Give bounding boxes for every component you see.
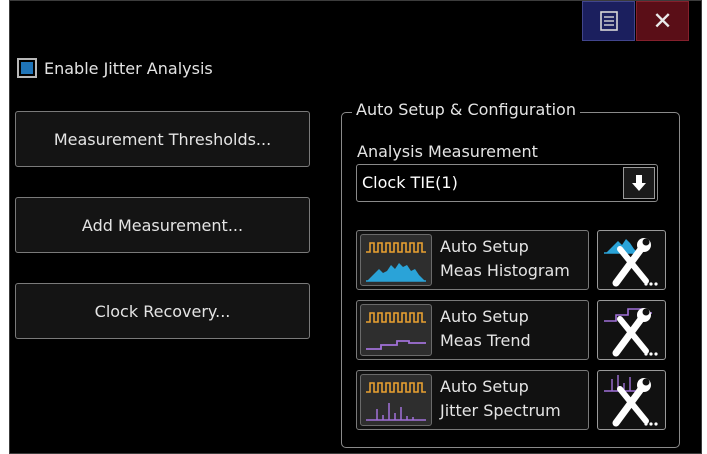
trend-configure-button[interactable] — [597, 300, 666, 360]
analysis-measurement-value: Clock TIE(1) — [362, 173, 458, 192]
histogram-button-line1: Auto Setup — [440, 237, 529, 256]
spectrum-icon-box — [360, 374, 432, 426]
down-arrow-icon — [632, 175, 646, 191]
trend-button-line1: Auto Setup — [440, 307, 529, 326]
analysis-measurement-select[interactable]: Clock TIE(1) — [356, 164, 658, 202]
histogram-wrench-icon — [604, 238, 658, 287]
add-measurement-button[interactable]: Add Measurement... — [15, 197, 310, 253]
menu-button[interactable] — [582, 1, 635, 41]
auto-setup-histogram-button[interactable]: Auto Setup Meas Histogram — [356, 230, 589, 290]
spectrum-button-line1: Auto Setup — [440, 377, 529, 396]
trend-wrench-icon — [604, 308, 658, 357]
histogram-icon — [366, 263, 426, 282]
close-button[interactable]: ✕ — [636, 1, 689, 41]
clock-waveform-icon — [366, 242, 426, 253]
checkbox-checked-indicator — [21, 62, 33, 74]
trend-button-line2: Meas Trend — [440, 331, 531, 350]
menu-icon — [599, 11, 618, 31]
spectrum-configure-button[interactable] — [597, 370, 666, 430]
histogram-button-line2: Meas Histogram — [440, 261, 570, 280]
dropdown-arrow-button[interactable] — [623, 167, 655, 199]
trend-icon-box — [360, 304, 432, 356]
analysis-measurement-label: Analysis Measurement — [357, 142, 538, 161]
spectrum-icon — [366, 403, 426, 421]
clock-recovery-button[interactable]: Clock Recovery... — [15, 283, 310, 339]
enable-jitter-label[interactable]: Enable Jitter Analysis — [44, 59, 213, 78]
measurement-thresholds-button[interactable]: Measurement Thresholds... — [15, 111, 310, 167]
histogram-icon-box — [360, 234, 432, 286]
spectrum-button-line2: Jitter Spectrum — [440, 401, 561, 420]
auto-setup-group-title: Auto Setup & Configuration — [352, 100, 580, 119]
trend-icon — [366, 340, 426, 350]
close-icon: ✕ — [652, 7, 673, 35]
auto-setup-trend-button[interactable]: Auto Setup Meas Trend — [356, 300, 589, 360]
clock-waveform-icon — [366, 312, 426, 323]
auto-setup-spectrum-button[interactable]: Auto Setup Jitter Spectrum — [356, 370, 589, 430]
spectrum-wrench-icon — [604, 375, 658, 427]
histogram-configure-button[interactable] — [597, 230, 666, 290]
clock-waveform-icon — [366, 382, 426, 393]
enable-jitter-checkbox[interactable] — [17, 58, 37, 78]
